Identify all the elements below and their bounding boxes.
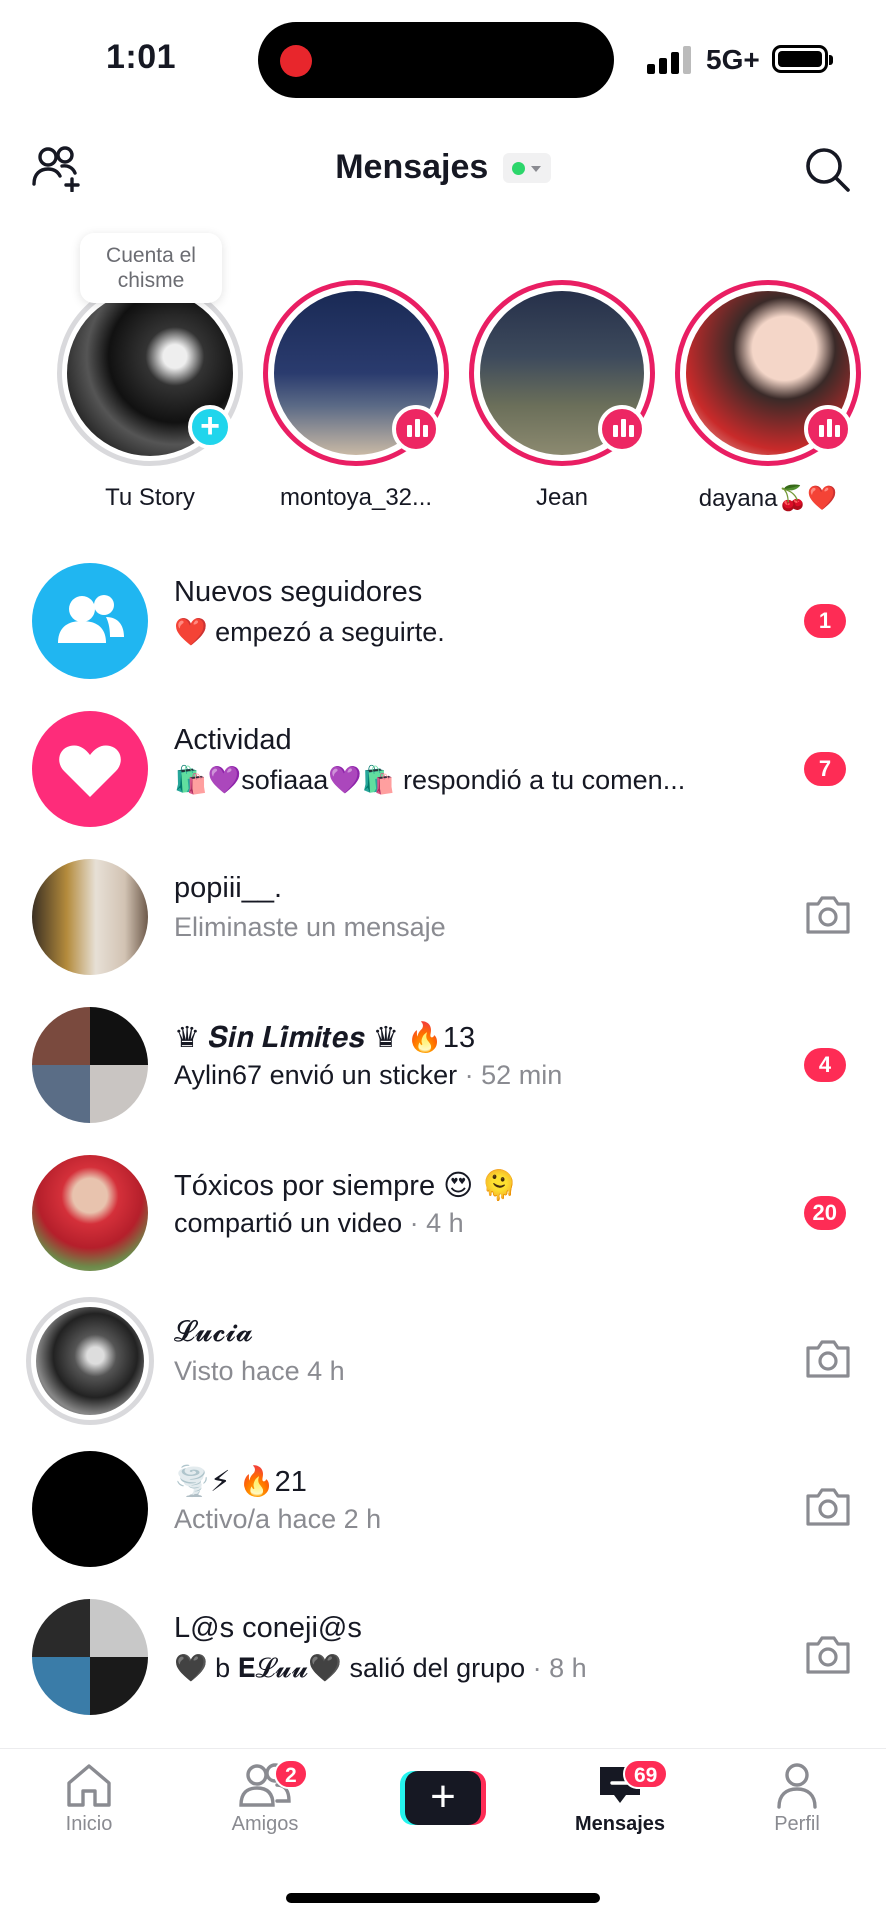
home-indicator[interactable] [286,1893,600,1903]
battery-icon [772,45,833,73]
timestamp: · 8 h [525,1653,587,1683]
conversation-name: Nuevos seguidores [174,576,423,608]
avatar [32,859,148,975]
unread-badge: 4 [804,1048,846,1082]
friends-badge: 2 [274,1759,308,1789]
inbox-badge: 69 [623,1759,669,1789]
page-title: Mensajes [335,148,489,186]
camera-icon[interactable] [804,1484,852,1528]
list-item[interactable]: 𝓛𝓾𝓬𝓲𝓪 Visto hace 4 h [0,1288,886,1436]
online-status-toggle[interactable] [502,152,551,183]
story-own[interactable]: + Tu Story [57,280,243,512]
list-item[interactable]: L@s coneji@s 🖤 b 𝐄𝓛𝓾𝓾🖤 salió del grupo ·… [0,1584,886,1732]
camera-icon[interactable] [804,1632,852,1676]
stories-row: Cuenta el chisme + Tu Story montoya_32..… [0,225,886,525]
list-item[interactable]: Tóxicos por siempre 😍 🫠 compartió un vid… [0,1140,886,1288]
heart-icon [32,711,148,827]
story-label: Jean [535,484,589,511]
network-type: 5G+ [706,44,760,75]
live-badge-icon [392,405,440,453]
story-label: montoya_32... [279,484,433,511]
tab-label: Amigos [231,1813,299,1835]
list-item[interactable]: Actividad 🛍️💜sofiaaa💜🛍️ respondió a tu c… [0,696,886,844]
online-dot-icon [511,161,525,175]
unread-badge: 20 [803,1196,846,1230]
add-story-icon[interactable]: + [188,405,232,449]
story-tooltip: Cuenta el chisme [80,233,222,303]
conversation-preview: compartió un video · 4 h [174,1208,464,1239]
story-user[interactable]: Jean [469,280,655,512]
timestamp: · 4 h [402,1208,464,1238]
camera-icon[interactable] [804,892,852,936]
live-badge-icon [598,405,646,453]
group-avatar [32,1007,148,1123]
conversation-name: popiii__. [174,872,283,904]
story-label: Tu Story [105,484,195,511]
tab-home[interactable]: Inicio [24,1761,154,1836]
conversation-name: ♛ 𝑺𝒊𝒏 𝑳𝒊́𝒎𝒊𝒕𝒆𝒔 ♛ 🔥13 [174,1022,476,1054]
story-user[interactable]: dayana🍒❤️ [675,280,861,513]
followers-icon [32,563,148,679]
conversation-preview: 🛍️💜sofiaaa💜🛍️ respondió a tu comen... [174,765,686,795]
list-item[interactable]: Nuevos seguidores ❤️ empezó a seguirte. … [0,548,886,696]
tab-profile[interactable]: Perfil [732,1761,862,1836]
list-item[interactable]: popiii__. Eliminaste un mensaje [0,844,886,992]
tab-friends[interactable]: Amigos 2 [200,1759,330,1836]
avatar [32,1451,148,1567]
unread-badge: 7 [804,752,846,786]
tab-label: Mensajes [574,1813,666,1835]
conversation-name: Actividad [174,724,292,756]
create-button[interactable]: + [400,1771,486,1825]
conversation-preview: Activo/a hace 2 h [174,1504,382,1534]
avatar [32,1155,148,1271]
conversation-preview: Aylin67 envió un sticker · 52 min [174,1060,562,1091]
profile-icon [777,1763,817,1809]
recording-dot-icon [280,45,312,77]
conversation-preview: Eliminaste un mensaje [174,912,446,942]
preview-text: 🖤 b 𝐄𝓛𝓾𝓾🖤 salió del grupo [174,1653,526,1683]
conversation-preview: 🖤 b 𝐄𝓛𝓾𝓾🖤 salió del grupo · 8 h [174,1652,587,1685]
group-avatar [32,1599,148,1715]
unread-badge: 1 [804,604,846,638]
header: Mensajes [0,130,886,206]
home-icon [67,1764,111,1807]
conversation-name: Tóxicos por siempre 😍 🫠 [174,1170,518,1202]
avatar [26,1297,154,1425]
chevron-down-icon [530,165,541,172]
conversation-preview: ❤️ empezó a seguirte. [174,617,445,647]
conversation-preview: Visto hace 4 h [174,1356,345,1386]
conversation-name: 𝓛𝓾𝓬𝓲𝓪 [174,1316,254,1348]
story-user[interactable]: montoya_32... [263,280,449,512]
conversation-name: 🌪️⚡ 🔥21 [174,1466,307,1498]
search-icon[interactable] [802,144,852,194]
status-bar: 1:01 5G+ [0,0,886,120]
list-item[interactable]: ♛ 𝑺𝒊𝒏 𝑳𝒊́𝒎𝒊𝒕𝒆𝒔 ♛ 🔥13 Aylin67 envió un st… [0,992,886,1140]
preview-text: Aylin67 envió un sticker [174,1060,458,1090]
live-badge-icon [804,405,852,453]
signal-icon [647,46,691,74]
timestamp: · 52 min [457,1060,563,1090]
list-item[interactable]: 🌪️⚡ 🔥21 Activo/a hace 2 h [0,1436,886,1584]
story-label: dayana🍒❤️ [698,485,838,512]
status-time: 1:01 [106,38,177,76]
camera-icon[interactable] [804,1336,852,1380]
tab-inbox[interactable]: Mensajes 69 [555,1759,685,1836]
tab-label: Inicio [65,1813,113,1835]
preview-text: compartió un video [174,1208,403,1238]
tab-label: Perfil [774,1813,820,1835]
dynamic-island [258,22,614,98]
plus-icon: + [405,1771,481,1825]
conversation-name: L@s coneji@s [174,1612,362,1644]
